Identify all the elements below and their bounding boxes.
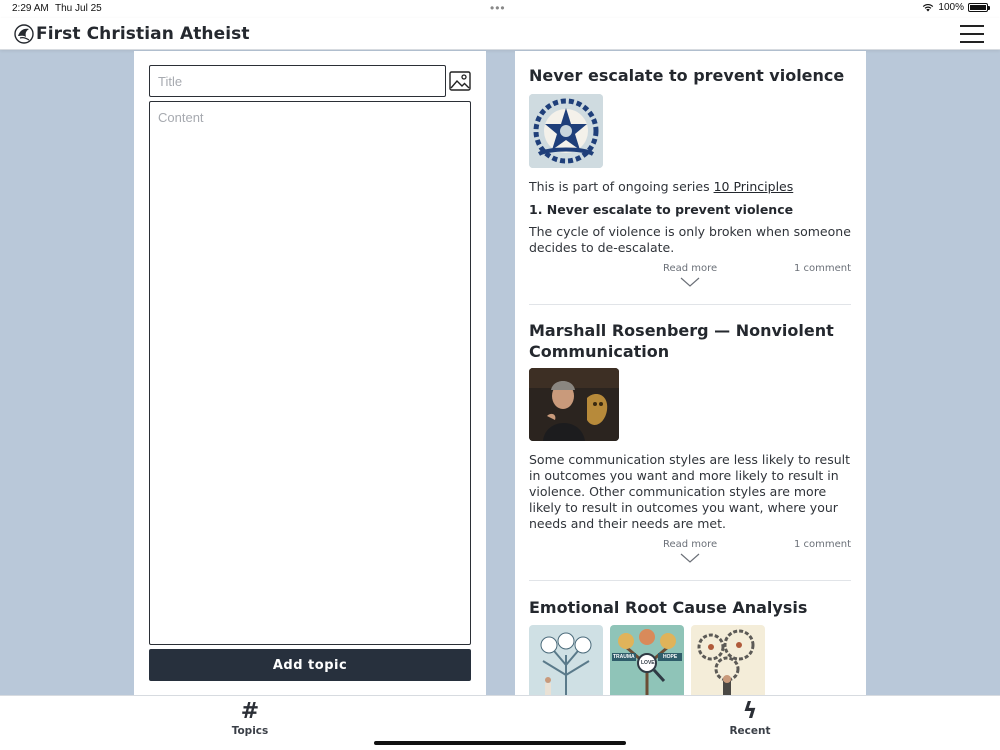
- thumb-label-love: LOVE: [641, 660, 655, 666]
- home-indicator[interactable]: [374, 741, 626, 745]
- post-footer: Read more 1 comment: [529, 539, 851, 569]
- post-thumbnail[interactable]: TRAUMA LOVE HOPE: [610, 625, 684, 695]
- post-gallery: TRAUMA LOVE HOPE: [529, 625, 851, 695]
- divider: [529, 580, 851, 581]
- post-thumbnail[interactable]: [691, 625, 765, 695]
- post-excerpt: Some communication styles are less likel…: [529, 452, 851, 531]
- image-icon[interactable]: [449, 71, 471, 91]
- post-title[interactable]: Never escalate to prevent violence: [529, 65, 851, 86]
- status-date: Thu Jul 25: [55, 3, 102, 14]
- post-thumbnail[interactable]: [529, 368, 619, 441]
- comment-count[interactable]: 1 comment: [794, 539, 851, 550]
- post-thumbnail[interactable]: [529, 625, 603, 695]
- wifi-icon: [923, 3, 934, 12]
- post-footer: Read more 1 comment: [529, 263, 851, 293]
- divider: [529, 304, 851, 305]
- read-more-link[interactable]: Read more: [663, 539, 717, 550]
- status-bar: 2:29 AM Thu Jul 25 ••• 100%: [0, 0, 1000, 18]
- content-input[interactable]: [149, 101, 471, 645]
- comment-count[interactable]: 1 comment: [794, 263, 851, 274]
- thumb-label-hope: HOPE: [663, 654, 678, 660]
- multitasking-dots-icon[interactable]: •••: [490, 1, 506, 15]
- chevron-down-icon[interactable]: [680, 277, 700, 287]
- post-card: Never escalate to prevent violence This …: [529, 65, 851, 293]
- post-intro-text: This is part of ongoing series: [529, 179, 714, 194]
- tab-topics-label: Topics: [231, 725, 269, 737]
- add-topic-button[interactable]: Add topic: [149, 649, 471, 681]
- tab-recent[interactable]: ϟ Recent: [710, 699, 790, 738]
- topic-feed[interactable]: Never escalate to prevent violence This …: [515, 51, 866, 695]
- lightning-icon: ϟ: [742, 699, 758, 724]
- battery-percent: 100%: [938, 2, 964, 13]
- post-card: Marshall Rosenberg — Nonviolent Communic…: [529, 320, 851, 569]
- post-excerpt: The cycle of violence is only broken whe…: [529, 224, 851, 255]
- title-input[interactable]: [149, 65, 446, 97]
- post-title[interactable]: Marshall Rosenberg — Nonviolent Communic…: [529, 320, 851, 362]
- post-thumbnail[interactable]: [529, 94, 603, 168]
- read-more-link[interactable]: Read more: [663, 263, 717, 274]
- battery-fill: [970, 5, 986, 10]
- post-title[interactable]: Emotional Root Cause Analysis: [529, 597, 851, 618]
- speaker-with-puppet-image: [529, 368, 619, 441]
- peace-emblem-image: [529, 94, 603, 168]
- thumb-label-trauma: TRAUMA: [613, 654, 635, 660]
- post-intro: This is part of ongoing series 10 Princi…: [529, 179, 851, 195]
- dove-logo-icon[interactable]: [14, 24, 34, 44]
- post-subtitle: 1. Never escalate to prevent violence: [529, 202, 794, 217]
- tab-recent-label: Recent: [729, 725, 771, 737]
- tree-diagram-image: [529, 625, 603, 695]
- gears-image: [691, 625, 765, 695]
- series-link[interactable]: 10 Principles: [714, 179, 794, 194]
- tab-bar: # Topics ϟ Recent: [0, 695, 1000, 750]
- chevron-down-icon[interactable]: [680, 553, 700, 563]
- site-title[interactable]: First Christian Atheist: [36, 24, 250, 44]
- battery-icon: [968, 3, 990, 12]
- post-card: Emotional Root Cause Analysis TRAUMA LOV…: [529, 597, 851, 695]
- status-time: 2:29 AM: [12, 3, 49, 14]
- hash-icon: #: [240, 699, 260, 724]
- app-header: First Christian Atheist: [0, 18, 1000, 50]
- new-topic-form: Add topic: [134, 51, 486, 695]
- status-right: 100%: [922, 2, 990, 13]
- hamburger-menu-icon[interactable]: [960, 25, 984, 43]
- tab-topics[interactable]: # Topics: [210, 699, 290, 738]
